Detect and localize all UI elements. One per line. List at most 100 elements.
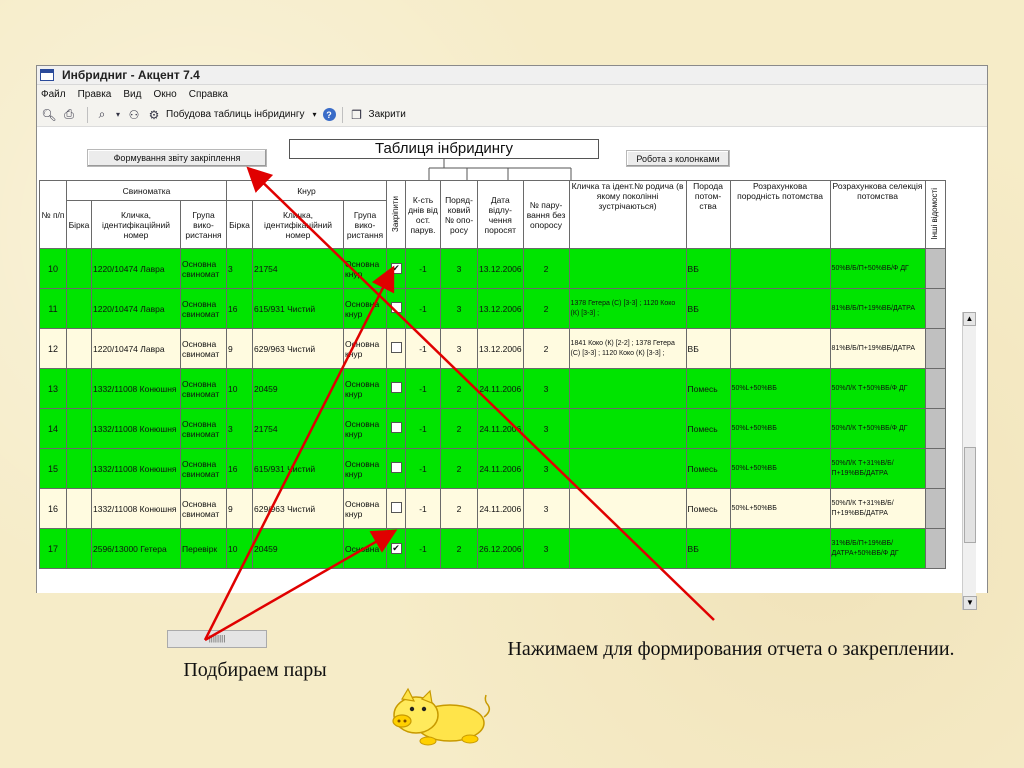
cell-boar-tag: 3 [226, 248, 253, 289]
scroll-up-icon[interactable]: ▲ [963, 312, 976, 326]
build-dropdown-icon[interactable]: ▾ [313, 110, 317, 119]
cell-sow-name: 1332/11008 Конюшня [91, 488, 181, 529]
cell-calc-sel: 50%Л/К Т+31%В/Б/П+19%ВБ/ДАТРА [829, 488, 926, 529]
help-icon[interactable]: ? [322, 108, 336, 121]
cell-boar-name: 629/963 Чистий [252, 328, 344, 369]
cell-order: 2 [440, 528, 478, 569]
print-preview-icon[interactable]: 🔍︎ [41, 107, 57, 123]
printer-icon[interactable]: ⎙ [61, 107, 77, 123]
cell-tag [66, 528, 92, 569]
cell-breed: Помесь [685, 408, 731, 449]
cell-ancestor [568, 368, 687, 409]
cell-tag [66, 248, 92, 289]
cell-ancestor: 1841 Коко (К) [2-2] ; 1378 Гетера (С) [3… [568, 328, 687, 369]
cell-days: -1 [405, 368, 441, 409]
header-sow: Свиноматка [66, 180, 227, 201]
cell-calc-breed: 50%L+50%ВБ [729, 408, 831, 449]
cell-boar-tag: 16 [226, 288, 253, 329]
cell-days: -1 [405, 248, 441, 289]
cell-sow-name: 1332/11008 Конюшня [91, 368, 181, 409]
cell-ancestor [568, 528, 687, 569]
table-row[interactable]: 16 1332/11008 Конюшня Основна свиномат 9 629… [39, 488, 946, 529]
vertical-scrollbar[interactable]: ▲ ▼ [962, 312, 977, 610]
scroll-down-icon[interactable]: ▼ [963, 596, 977, 610]
fix-checkbox[interactable] [390, 422, 402, 433]
menu-help[interactable]: Справка [189, 89, 228, 100]
header-breed: Порода потом-ства [685, 180, 731, 249]
table-row[interactable]: 10 1220/10474 Лавра Основна свиномат 3 21754… [39, 248, 946, 289]
cell-num: 10 [39, 248, 67, 289]
cell-boar-group: Основна кнур [343, 248, 387, 289]
cell-other [924, 408, 946, 449]
menu-edit[interactable]: Правка [78, 89, 112, 100]
cell-tag [66, 368, 92, 409]
title-bar: Инбридниг - Акцент 7.4 [37, 66, 987, 85]
menu-file[interactable]: Файл [41, 89, 66, 100]
cell-date: 24.11.2006 [477, 408, 524, 449]
cell-fix[interactable] [386, 448, 406, 489]
find-icon[interactable]: ⚇ [126, 107, 142, 123]
cell-fix[interactable] [386, 328, 406, 369]
horizontal-scroll-thumb[interactable]: |||||||| [167, 630, 267, 648]
cell-days: -1 [405, 408, 441, 449]
fix-checkbox[interactable]: ✔ [390, 543, 402, 554]
close-button[interactable]: ❐ Закрити [349, 107, 406, 123]
cell-other [924, 248, 946, 289]
cell-order: 2 [440, 488, 478, 529]
cell-sow-group: Основна свиномат [180, 288, 227, 329]
build-tables-button[interactable]: ⚙ Побудова таблиць інбридингу ▾ [146, 107, 317, 123]
table-row[interactable]: 13 1332/11008 Конюшня Основна свиномат 10 20… [39, 368, 946, 409]
header-calc-breed: Розрахункова породність потомства [729, 180, 831, 249]
cell-boar-name: 629/963 Чистий [252, 488, 344, 529]
table-row[interactable]: 12 1220/10474 Лавра Основна свиномат 9 629/9… [39, 328, 946, 369]
cell-order: 3 [440, 328, 478, 369]
fix-checkbox[interactable] [390, 302, 402, 313]
fix-checkbox[interactable] [390, 342, 402, 353]
cell-days: -1 [405, 448, 441, 489]
fix-checkbox[interactable] [390, 382, 402, 393]
cell-calc-sel: 50%Л/К Т+31%В/Б/П+19%ВБ/ДАТРА [829, 448, 926, 489]
zoom-icon[interactable]: ⌕ [94, 107, 110, 123]
cell-ancestor [568, 448, 687, 489]
table-row[interactable]: 11 1220/10474 Лавра Основна свиномат 16 615/… [39, 288, 946, 329]
table-row[interactable]: 15 1332/11008 Конюшня Основна свиномат 16 61… [39, 448, 946, 489]
cell-num: 13 [39, 368, 67, 409]
cell-pairs: 3 [522, 488, 570, 529]
cell-breed: Помесь [685, 368, 731, 409]
cell-boar-tag: 9 [226, 328, 253, 369]
cell-fix[interactable] [386, 368, 406, 409]
cell-sow-name: 1332/11008 Конюшня [91, 448, 181, 489]
scroll-thumb[interactable] [964, 447, 976, 543]
cell-sow-name: 2596/13000 Гетера [91, 528, 181, 569]
cell-other [924, 328, 946, 369]
cell-fix[interactable]: ✔ [386, 528, 406, 569]
fix-checkbox[interactable]: ✔ [390, 263, 402, 274]
dropdown-arrow-icon[interactable]: ▾ [114, 107, 122, 123]
cell-calc-sel: 50%Л/К Т+50%ВБ/Ф ДГ [829, 368, 926, 409]
cell-pairs: 3 [522, 448, 570, 489]
fix-checkbox[interactable] [390, 502, 402, 513]
header-boar-group: Група вико-ристання [343, 200, 387, 249]
cell-date: 26.12.2006 [477, 528, 524, 569]
table-row[interactable]: 14 1332/11008 Конюшня Основна свиномат 3 217… [39, 408, 946, 449]
cell-fix[interactable] [386, 408, 406, 449]
cell-fix[interactable] [386, 288, 406, 329]
cell-other [924, 448, 946, 489]
cell-days: -1 [405, 528, 441, 569]
fix-checkbox[interactable] [390, 462, 402, 473]
cell-fix[interactable]: ✔ [386, 248, 406, 289]
cell-days: -1 [405, 288, 441, 329]
cell-boar-tag: 9 [226, 488, 253, 529]
columns-button[interactable]: Робота з колонками [626, 150, 730, 167]
form-report-button[interactable]: Формування звіту закріплення [87, 149, 267, 167]
toolbar: 🔍︎ ⎙ ⌕ ▾ ⚇ ⚙ Побудова таблиць інбридингу… [37, 103, 987, 127]
cell-tag [66, 408, 92, 449]
cell-fix[interactable] [386, 488, 406, 529]
menu-view[interactable]: Вид [123, 89, 141, 100]
close-doc-icon: ❐ [351, 107, 362, 122]
table-row[interactable]: 17 2596/13000 Гетера Перевірк 10 20459 Основн… [39, 528, 946, 569]
cell-order: 3 [440, 248, 478, 289]
cell-pairs: 2 [522, 248, 570, 289]
cell-date: 24.11.2006 [477, 488, 524, 529]
menu-window[interactable]: Окно [153, 89, 176, 100]
